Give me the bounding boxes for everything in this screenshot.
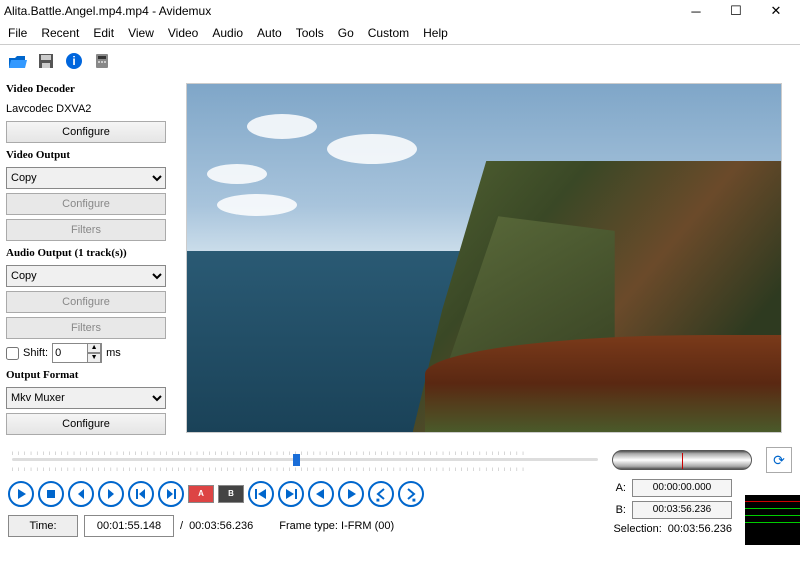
menu-auto[interactable]: Auto [257, 26, 282, 40]
video-preview [186, 83, 782, 433]
goto-end-button[interactable] [278, 481, 304, 507]
timeline-slider[interactable]: | | | | | | | | | | | | | | | | | | | | … [12, 450, 598, 470]
shift-value[interactable] [53, 347, 87, 359]
shift-label: Shift: [23, 347, 48, 359]
loop-button[interactable]: ⟳ [766, 447, 792, 473]
menu-recent[interactable]: Recent [41, 26, 79, 40]
preview-area [180, 77, 800, 439]
stop-button[interactable] [38, 481, 64, 507]
open-button[interactable] [6, 49, 30, 73]
aout-configure-button[interactable]: Configure [6, 291, 166, 313]
goto-marker-a-button[interactable] [308, 481, 334, 507]
save-button[interactable] [34, 49, 58, 73]
shift-checkbox[interactable] [6, 347, 19, 360]
svg-text:■: ■ [412, 498, 416, 504]
menu-help[interactable]: Help [423, 26, 448, 40]
menu-audio[interactable]: Audio [212, 26, 243, 40]
output-format-select[interactable]: Mkv Muxer [6, 387, 166, 409]
close-button[interactable]: ✕ [756, 0, 796, 22]
menu-go[interactable]: Go [338, 26, 354, 40]
audio-output-title: Audio Output (1 track(s)) [6, 247, 174, 259]
decoder-configure-button[interactable]: Configure [6, 121, 166, 143]
toolbar: i [0, 45, 800, 77]
video-decoder-title: Video Decoder [6, 83, 174, 95]
vout-filters-button[interactable]: Filters [6, 219, 166, 241]
format-configure-button[interactable]: Configure [6, 413, 166, 435]
menu-view[interactable]: View [128, 26, 154, 40]
shift-stepper[interactable]: ▲▼ [52, 343, 102, 363]
svg-text:i: i [72, 54, 75, 68]
transport-controls: A B ■ ■ [8, 479, 424, 511]
marker-a-label: A: [616, 482, 626, 494]
calculator-button[interactable] [90, 49, 114, 73]
menu-custom[interactable]: Custom [368, 26, 409, 40]
audio-output-select[interactable]: Copy [6, 265, 166, 287]
prev-black-button[interactable]: ■ [368, 481, 394, 507]
window-title: Alita.Battle.Angel.mp4.mp4 - Avidemux [4, 4, 676, 18]
menu-edit[interactable]: Edit [93, 26, 114, 40]
vu-meter [745, 495, 800, 545]
total-time: 00:03:56.236 [189, 520, 253, 532]
shift-unit: ms [106, 347, 121, 359]
video-output-select[interactable]: Copy [6, 167, 166, 189]
sidebar: Video Decoder Lavcodec DXVA2 Configure V… [0, 77, 180, 439]
aout-filters-button[interactable]: Filters [6, 317, 166, 339]
time-slash: / [180, 520, 183, 532]
video-output-title: Video Output [6, 149, 174, 161]
marker-b-value: 00:03:56.236 [632, 501, 732, 519]
menu-bar: File Recent Edit View Video Audio Auto T… [0, 22, 800, 45]
menu-video[interactable]: Video [168, 26, 198, 40]
svg-text:■: ■ [376, 498, 380, 504]
time-button[interactable]: Time: [8, 515, 78, 537]
set-marker-a-button[interactable]: A [188, 485, 214, 503]
vout-configure-button[interactable]: Configure [6, 193, 166, 215]
set-marker-b-button[interactable]: B [218, 485, 244, 503]
maximize-button[interactable]: ☐ [716, 0, 756, 22]
selection-label: Selection: [613, 523, 661, 535]
frame-type: Frame type: I-FRM (00) [279, 520, 394, 532]
next-frame-button[interactable] [98, 481, 124, 507]
goto-start-button[interactable] [248, 481, 274, 507]
marker-a-value: 00:00:00.000 [632, 479, 732, 497]
goto-marker-b-button[interactable] [338, 481, 364, 507]
play-button[interactable] [8, 481, 34, 507]
decoder-info: Lavcodec DXVA2 [6, 101, 174, 121]
marker-b-label: B: [616, 504, 626, 516]
next-black-button[interactable]: ■ [398, 481, 424, 507]
prev-keyframe-button[interactable] [128, 481, 154, 507]
menu-file[interactable]: File [8, 26, 27, 40]
selection-value: 00:03:56.236 [668, 523, 732, 535]
bottom-panel: | | | | | | | | | | | | | | | | | | | | … [0, 439, 800, 545]
prev-frame-button[interactable] [68, 481, 94, 507]
slider-thumb[interactable] [293, 454, 300, 466]
next-keyframe-button[interactable] [158, 481, 184, 507]
jog-dial[interactable] [612, 450, 752, 470]
minimize-button[interactable]: ─ [676, 0, 716, 22]
current-time[interactable]: 00:01:55.148 [84, 515, 174, 537]
output-format-title: Output Format [6, 369, 174, 381]
info-button[interactable]: i [62, 49, 86, 73]
menu-tools[interactable]: Tools [296, 26, 324, 40]
